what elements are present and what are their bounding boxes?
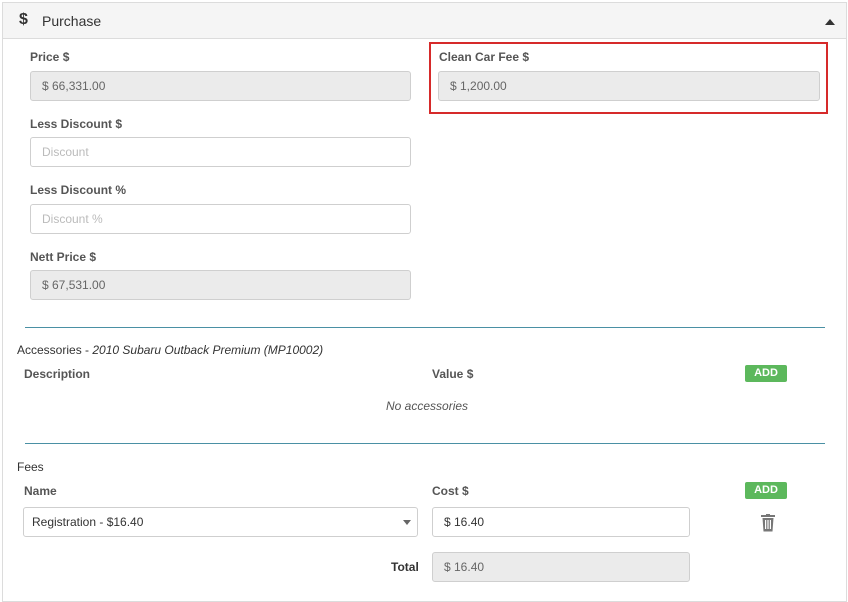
panel-header[interactable]: $ Purchase (3, 3, 846, 39)
less-discount-label: Less Discount $ (30, 117, 123, 131)
clean-car-fee-label: Clean Car Fee $ (439, 50, 530, 64)
add-fee-button[interactable]: ADD (745, 482, 787, 499)
clean-car-fee-field: $ 1,200.00 (438, 71, 820, 101)
accessories-value-header: Value $ (432, 367, 474, 381)
fee-name-value: Registration - $16.40 (32, 515, 144, 529)
nett-price-field: $ 67,531.00 (30, 270, 411, 300)
nett-price-label: Nett Price $ (30, 250, 97, 264)
fee-name-select[interactable]: Registration - $16.40 (23, 507, 418, 537)
section-divider (25, 443, 825, 444)
trash-icon[interactable] (761, 514, 775, 532)
fees-name-header: Name (24, 484, 57, 498)
fees-title: Fees (17, 460, 44, 474)
caret-up-icon[interactable] (825, 19, 835, 25)
section-divider (25, 327, 825, 328)
total-field: $ 16.40 (432, 552, 690, 582)
price-label: Price $ (30, 50, 70, 64)
accessories-description-header: Description (24, 367, 91, 381)
accessories-title: Accessories - 2010 Subaru Outback Premiu… (17, 343, 323, 357)
less-discount-pct-label: Less Discount % (30, 183, 127, 197)
add-accessory-button[interactable]: ADD (745, 365, 787, 382)
discount-pct-input[interactable] (30, 204, 411, 234)
accessories-vehicle: 2010 Subaru Outback Premium (MP10002) (92, 343, 324, 357)
price-field: $ 66,331.00 (30, 71, 411, 101)
chevron-down-icon (403, 520, 411, 525)
dollar-icon: $ (19, 11, 28, 28)
accessories-title-text: Accessories - (17, 343, 93, 357)
no-accessories-text: No accessories (386, 399, 469, 413)
fees-cost-header: Cost $ (432, 484, 469, 498)
panel-title: Purchase (42, 13, 102, 29)
discount-input[interactable] (30, 137, 411, 167)
fee-cost-input[interactable]: $ 16.40 (432, 507, 690, 537)
